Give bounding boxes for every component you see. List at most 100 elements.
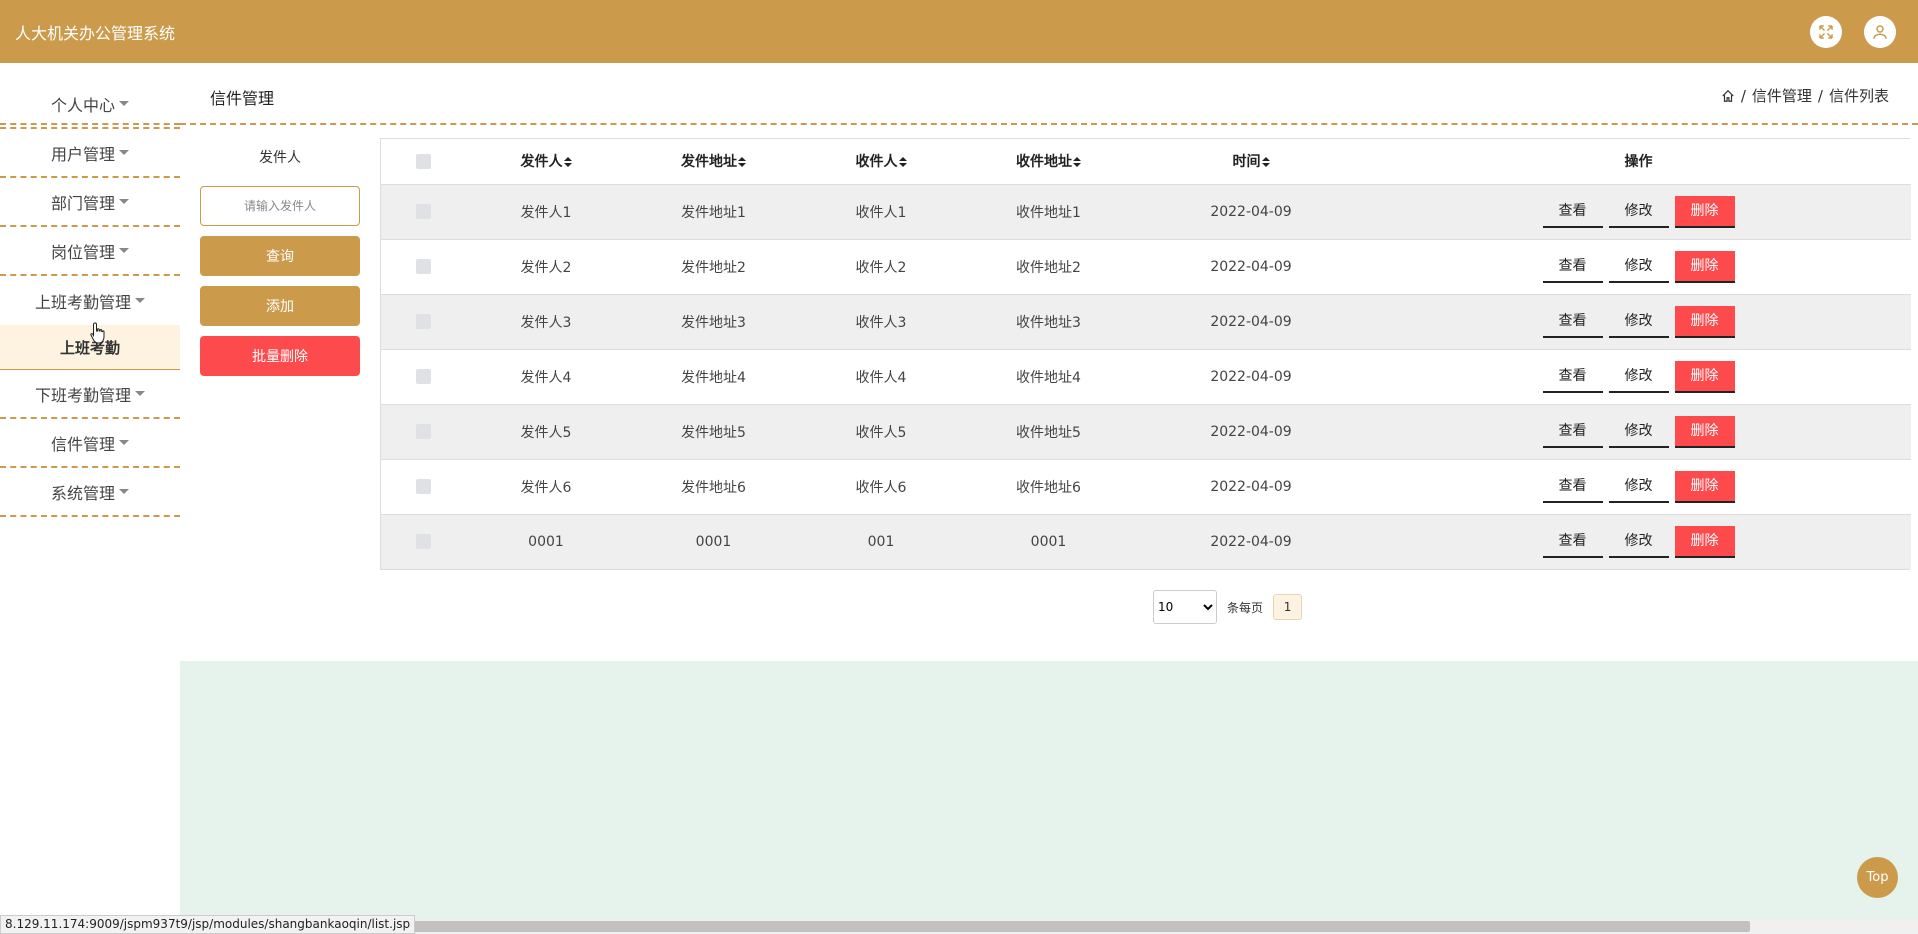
breadcrumb-item[interactable]: 信件管理	[1752, 85, 1812, 106]
sidebar-item-label: 上班考勤管理	[34, 292, 131, 312]
user-icon	[1873, 25, 1887, 39]
sidebar-item-system-management[interactable]: 系统管理	[0, 468, 180, 517]
sidebar-item-label: 系统管理	[50, 483, 115, 503]
view-button[interactable]: 查看	[1542, 471, 1603, 503]
edit-button[interactable]: 修改	[1608, 251, 1669, 283]
delete-button[interactable]: 删除	[1674, 305, 1735, 338]
row-checkbox[interactable]	[416, 259, 431, 274]
sender-search-input[interactable]	[200, 186, 360, 226]
column-header-sender-address[interactable]: 发件地址	[626, 139, 801, 184]
cell-sender-address: 发件地址1	[626, 183, 801, 239]
cell-sender: 发件人6	[466, 458, 626, 514]
row-checkbox[interactable]	[416, 314, 431, 329]
delete-button[interactable]: 删除	[1674, 195, 1735, 228]
edit-button[interactable]: 修改	[1608, 471, 1669, 503]
column-header-receiver-address[interactable]: 收件地址	[961, 139, 1136, 184]
home-icon[interactable]	[1721, 89, 1735, 103]
edit-button[interactable]: 修改	[1608, 306, 1669, 338]
view-button[interactable]: 查看	[1542, 361, 1603, 393]
sidebar-item-position-management[interactable]: 岗位管理	[0, 227, 180, 276]
delete-button[interactable]: 删除	[1674, 250, 1735, 283]
cell-actions: 查看 修改 删除	[1366, 403, 1911, 459]
query-button[interactable]: 查询	[200, 236, 360, 276]
search-label: 发件人	[259, 150, 301, 166]
row-checkbox[interactable]	[416, 369, 431, 384]
table-row: 发件人6 发件地址6 收件人6 收件地址6 2022-04-09 查看 修改 删除	[381, 458, 1911, 514]
scrollbar-thumb[interactable]	[395, 921, 1750, 932]
fullscreen-button[interactable]	[1810, 16, 1842, 48]
sort-icon	[1073, 157, 1081, 168]
sidebar-item-user-management[interactable]: 用户管理	[0, 129, 180, 178]
caret-down-icon	[119, 489, 129, 494]
edit-button[interactable]: 修改	[1608, 416, 1669, 448]
row-select-cell	[381, 183, 466, 239]
select-all-checkbox[interactable]	[416, 153, 431, 169]
cell-actions: 查看 修改 删除	[1366, 238, 1911, 294]
view-button[interactable]: 查看	[1542, 251, 1603, 283]
sidebar-item-personal-center[interactable]: 个人中心	[0, 80, 180, 129]
cell-time: 2022-04-09	[1136, 293, 1366, 349]
cell-sender: 发件人1	[466, 183, 626, 239]
sidebar-item-label: 部门管理	[50, 193, 115, 213]
sort-icon	[1261, 157, 1270, 168]
user-button[interactable]	[1864, 16, 1896, 48]
column-header-receiver[interactable]: 收件人	[801, 139, 961, 184]
row-checkbox[interactable]	[416, 204, 431, 219]
delete-button[interactable]: 删除	[1674, 360, 1735, 393]
caret-down-icon	[119, 440, 129, 445]
sidebar-item-letter-management[interactable]: 信件管理	[0, 419, 180, 468]
view-button[interactable]: 查看	[1542, 416, 1603, 448]
cell-time: 2022-04-09	[1136, 238, 1366, 294]
cell-time: 2022-04-09	[1136, 513, 1366, 569]
edit-button[interactable]: 修改	[1608, 196, 1669, 228]
column-header-label: 收件人	[855, 154, 898, 171]
cell-receiver-address: 0001	[961, 513, 1136, 569]
sort-icon	[738, 157, 746, 168]
sidebar-item-checkin-management[interactable]: 上班考勤管理	[0, 276, 180, 325]
cell-receiver-address: 收件地址3	[961, 293, 1136, 349]
cell-receiver-address: 收件地址1	[961, 183, 1136, 239]
cell-actions: 查看 修改 删除	[1366, 183, 1911, 239]
view-button[interactable]: 查看	[1542, 196, 1603, 228]
edit-button[interactable]: 修改	[1608, 526, 1669, 558]
delete-button[interactable]: 删除	[1674, 415, 1735, 448]
breadcrumb-item[interactable]: 信件列表	[1829, 85, 1889, 106]
footer-area	[180, 661, 1918, 921]
sidebar-item-label: 个人中心	[50, 95, 115, 115]
view-button[interactable]: 查看	[1542, 306, 1603, 338]
cell-receiver: 收件人5	[801, 403, 961, 459]
view-button[interactable]: 查看	[1542, 526, 1603, 558]
sidebar-item-checkout-management[interactable]: 下班考勤管理	[0, 370, 180, 419]
row-checkbox[interactable]	[416, 424, 431, 439]
caret-down-icon	[119, 248, 129, 253]
table-row: 发件人4 发件地址4 收件人4 收件地址4 2022-04-09 查看 修改 删除	[381, 348, 1911, 404]
cell-sender-address: 发件地址5	[626, 403, 801, 459]
breadcrumb-separator: /	[1817, 86, 1823, 105]
per-page-label: 条每页	[1227, 600, 1264, 615]
row-checkbox[interactable]	[416, 534, 431, 550]
cell-receiver: 收件人3	[801, 293, 961, 349]
cell-sender: 发件人5	[466, 403, 626, 459]
back-to-top-button[interactable]: Top	[1857, 857, 1898, 898]
cell-actions: 查看 修改 删除	[1366, 293, 1911, 349]
batch-delete-button[interactable]: 批量删除	[200, 336, 360, 376]
cell-receiver: 收件人4	[801, 348, 961, 404]
column-header-time[interactable]: 时间	[1136, 139, 1366, 184]
sort-icon	[563, 157, 572, 168]
delete-button[interactable]: 删除	[1674, 525, 1735, 558]
cell-receiver: 001	[801, 513, 961, 569]
sidebar-item-department-management[interactable]: 部门管理	[0, 178, 180, 227]
cell-sender-address: 0001	[626, 513, 801, 569]
cell-receiver-address: 收件地址4	[961, 348, 1136, 404]
page-size-select[interactable]: 10	[1153, 590, 1217, 624]
add-button[interactable]: 添加	[200, 286, 360, 326]
row-select-cell	[381, 403, 466, 459]
row-checkbox[interactable]	[416, 479, 431, 494]
column-header-sender[interactable]: 发件人	[466, 139, 626, 184]
delete-button[interactable]: 删除	[1674, 470, 1735, 503]
cell-receiver: 收件人2	[801, 238, 961, 294]
status-bar-url: 8.129.11.174:9009/jspm937t9/jsp/modules/…	[0, 915, 416, 934]
edit-button[interactable]: 修改	[1608, 361, 1669, 393]
cell-receiver: 收件人6	[801, 458, 961, 514]
page-number-current[interactable]: 1	[1273, 594, 1303, 620]
